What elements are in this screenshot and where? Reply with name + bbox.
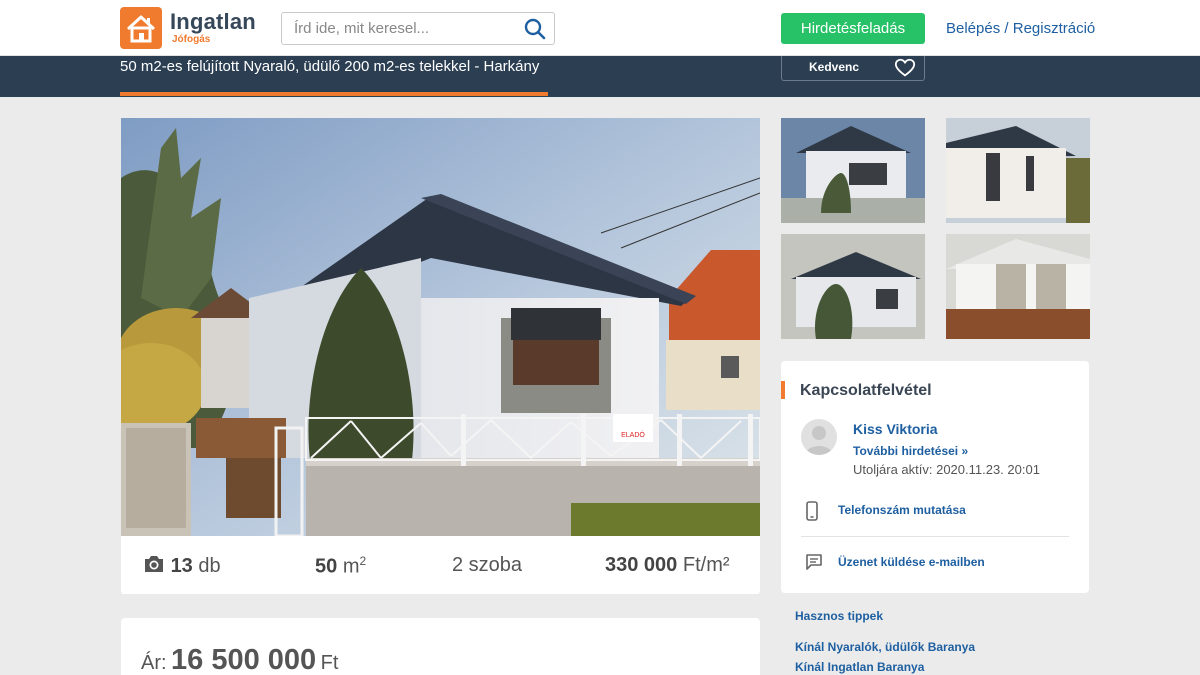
photo-count-unit: db [198, 555, 221, 577]
gallery-thumbnail[interactable] [781, 234, 925, 339]
gallery-thumbnail[interactable] [781, 118, 925, 223]
logo-subtitle: Jófogás [172, 34, 211, 45]
area-exponent: 2 [359, 554, 367, 568]
photo-count-value: 13 [170, 555, 193, 577]
unit-price-stat: 330 000 Ft/m² [605, 554, 730, 577]
listing-title-band: 50 m2-es felújított Nyaraló, üdülő 200 m… [0, 56, 1200, 97]
logo-name: Ingatlan [170, 9, 256, 34]
show-phone-button[interactable]: Telefonszám mutatása [805, 501, 966, 521]
area-value: 50 [315, 555, 338, 578]
search-icon[interactable] [524, 18, 546, 40]
camera-icon [145, 556, 163, 572]
favorite-label: Kedvenc [809, 60, 860, 74]
seller-name[interactable]: Kiss Viktoria [853, 421, 938, 437]
house-logo-icon [120, 7, 162, 49]
listing-stats-bar: 13 db 50 m2 2 szoba 330 000 Ft/m² [121, 536, 760, 594]
rooms-stat: 2 szoba [452, 554, 523, 576]
photo-count[interactable]: 13 db [143, 554, 221, 578]
top-navigation-bar: Ingatlan Jófogás Hirdetésfeladás Belépés… [0, 0, 1200, 56]
unit-price-value: 330 000 [605, 554, 678, 576]
price-card: Ár: 16 500 000 Ft [121, 618, 760, 675]
phone-icon [806, 501, 818, 521]
favorite-button[interactable]: Kedvenc [781, 56, 925, 81]
gallery-thumbnail[interactable] [946, 234, 1090, 339]
contact-accent [781, 381, 785, 399]
area-unit: m [342, 555, 360, 578]
heart-icon [894, 57, 916, 79]
price: Ár: 16 500 000 Ft [141, 644, 338, 675]
price-unit: Ft [320, 652, 339, 674]
more-ads-link[interactable]: További hirdetései » [853, 444, 968, 458]
avatar [801, 419, 837, 455]
sale-sign-text: ELADÓ [621, 430, 645, 439]
related-link-real-estate[interactable]: Kínál Ingatlan Baranya [795, 660, 924, 674]
send-email-label: Üzenet küldése e-mailben [838, 555, 985, 569]
title-underline [120, 92, 548, 96]
listing-title: 50 m2-es felújított Nyaraló, üdülő 200 m… [120, 58, 540, 75]
login-link[interactable]: Belépés [946, 20, 1000, 37]
price-value: 16 500 000 [171, 644, 317, 675]
contact-card: Kapcsolatfelvétel Kiss Viktoria További … [781, 361, 1089, 593]
message-icon [806, 554, 822, 570]
area-stat: 50 m2 [315, 554, 366, 579]
useful-tips-link[interactable]: Hasznos tippek [795, 609, 883, 623]
unit-price-unit: Ft/m² [682, 554, 730, 576]
gallery-thumbnail[interactable] [946, 118, 1090, 223]
register-link[interactable]: Regisztráció [1013, 20, 1096, 37]
contact-title: Kapcsolatfelvétel [800, 382, 932, 399]
auth-links: Belépés / Regisztráció [946, 20, 1095, 37]
post-ad-button[interactable]: Hirdetésfeladás [781, 13, 925, 44]
send-email-button[interactable]: Üzenet küldése e-mailben [805, 553, 985, 573]
site-logo[interactable]: Ingatlan Jófogás [120, 7, 256, 49]
related-link-holiday-homes[interactable]: Kínál Nyaralók, üdülők Baranya [795, 640, 975, 654]
auth-separator: / [1004, 20, 1009, 37]
last-active-text: Utoljára aktív: 2020.11.23. 20:01 [853, 462, 1040, 477]
main-listing-photo[interactable]: ELADÓ [121, 118, 760, 536]
show-phone-label: Telefonszám mutatása [838, 503, 966, 517]
contact-divider [801, 536, 1069, 537]
price-label: Ár: [141, 652, 167, 674]
search-input[interactable] [282, 13, 512, 44]
search-box [281, 12, 555, 45]
